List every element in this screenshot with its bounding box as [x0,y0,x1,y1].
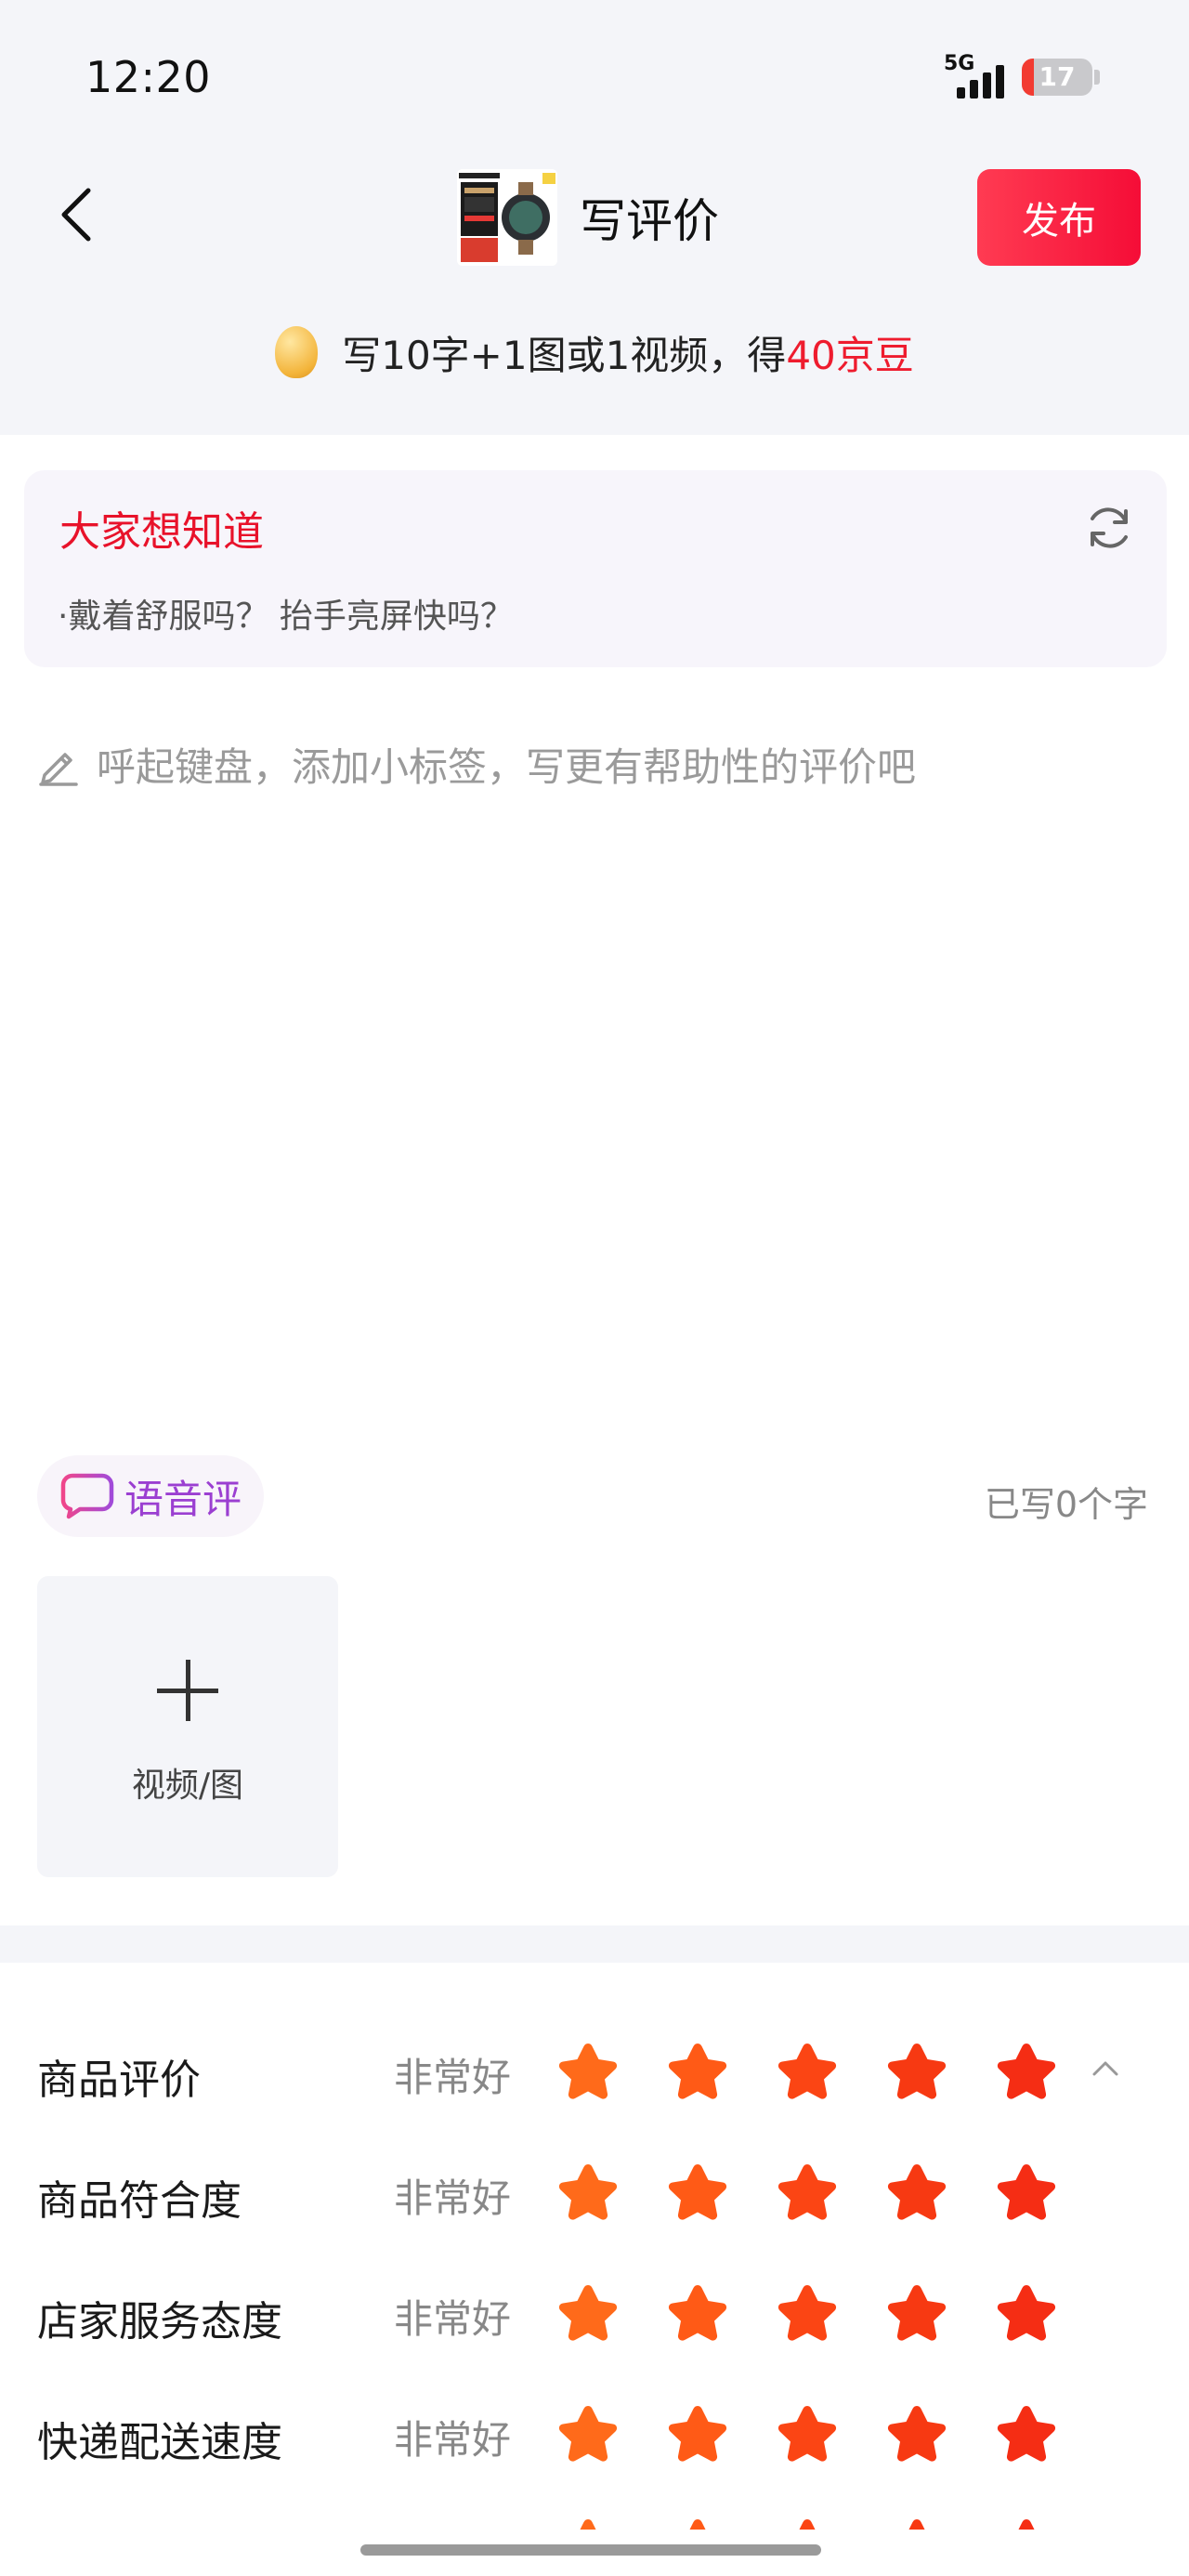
voice-review-label: 语音评 [124,1476,242,1522]
header-center: 写评价 [457,169,719,266]
section-divider [0,1925,1189,1963]
star-icon[interactable] [555,2041,621,2102]
add-media-label: 视频/图 [131,1767,244,1805]
star-icon[interactable] [884,2162,949,2223]
rating-value: 非常好 [394,2296,512,2342]
rating-stars [555,2282,1059,2344]
star-icon[interactable] [775,2041,840,2102]
rating-label: 快递配送速度 [37,2419,282,2466]
rating-label: 快递员服务 [37,2522,242,2530]
character-counter: 已写0个字 [984,1484,1148,1525]
review-placeholder: 呼起键盘，添加小标签，写更有帮助性的评价吧 [97,744,917,790]
rating-stars [555,2041,1059,2102]
rating-row: 商品符合度 非常好 [0,2154,1189,2228]
star-icon[interactable] [994,2282,1059,2344]
rating-row: 商品评价 非常好 [0,2033,1189,2108]
status-icons: 5G 17 [944,52,1100,100]
rating-row: 快递员服务 非常好 [0,2509,1189,2530]
review-text-input[interactable]: 呼起键盘，添加小标签，写更有帮助性的评价吧 [37,736,916,793]
rating-stars [555,2517,1059,2530]
rating-value: 非常好 [394,2522,511,2530]
publish-button[interactable]: 发布 [977,169,1141,266]
star-icon[interactable] [775,2403,840,2464]
pencil-icon [39,752,78,786]
rating-stars [555,2162,1059,2223]
chevron-left-icon [61,188,91,242]
question-card-questions[interactable]: ·戴着舒服吗？ 抬手亮屏快吗？ [58,589,514,637]
star-icon[interactable] [994,2041,1059,2102]
star-icon[interactable] [775,2162,840,2223]
rating-value: 非常好 [394,2055,512,2100]
plus-icon [157,1660,218,1721]
star-icon[interactable] [555,2282,621,2344]
star-icon[interactable] [555,2403,621,2464]
status-time: 12:20 [85,52,212,102]
voice-review-button[interactable]: 语音评 [37,1455,265,1537]
reward-text: 写10字+1图或1视频，得 [342,332,787,378]
home-indicator [360,2544,821,2556]
star-icon[interactable] [555,2162,621,2223]
star-icon[interactable] [884,2403,949,2464]
star-icon[interactable] [884,2282,949,2344]
star-icon[interactable] [775,2282,840,2344]
question-card[interactable]: 大家想知道 ·戴着舒服吗？ 抬手亮屏快吗？ [24,470,1167,667]
voice-chat-icon [60,1473,114,1519]
reward-banner: 写10字+1图或1视频，得 40京豆 [0,320,1189,385]
star-icon[interactable] [665,2041,730,2102]
star-icon[interactable] [884,2517,949,2530]
star-icon[interactable] [665,2403,730,2464]
star-icon[interactable] [775,2517,840,2530]
refresh-icon[interactable] [1081,500,1137,556]
star-icon[interactable] [665,2282,730,2344]
product-thumbnail [457,169,557,266]
battery-icon: 17 [1022,59,1092,96]
star-icon[interactable] [994,2403,1059,2464]
add-media-button[interactable]: 视频/图 [37,1576,338,1877]
ratings-section: 商品评价非常好商品符合度非常好店家服务态度非常好快递配送速度非常好快递员服务非常… [0,1963,1189,2530]
rating-value: 非常好 [394,2417,512,2463]
rating-label: 商品符合度 [37,2177,242,2225]
question-card-title: 大家想知道 [59,508,264,556]
rating-stars [555,2403,1059,2464]
page-title: 写评价 [580,194,719,248]
star-icon[interactable] [665,2517,730,2530]
cellular-signal-icon: 5G [944,52,1009,99]
rating-label: 商品评价 [37,2057,201,2104]
rating-value: 非常好 [394,2175,512,2221]
star-icon[interactable] [994,2162,1059,2223]
rating-label: 店家服务态度 [37,2298,282,2346]
chevron-up-icon[interactable] [1089,2052,1122,2085]
star-icon[interactable] [665,2162,730,2223]
rating-row: 店家服务态度 非常好 [0,2275,1189,2349]
battery-level: 17 [1039,61,1076,92]
star-icon[interactable] [994,2517,1059,2530]
star-icon[interactable] [555,2517,621,2530]
reward-highlight: 40京豆 [786,332,914,378]
star-icon[interactable] [884,2041,949,2102]
back-button[interactable] [48,182,104,247]
jd-bean-icon [275,326,319,378]
rating-row: 快递配送速度 非常好 [0,2396,1189,2470]
